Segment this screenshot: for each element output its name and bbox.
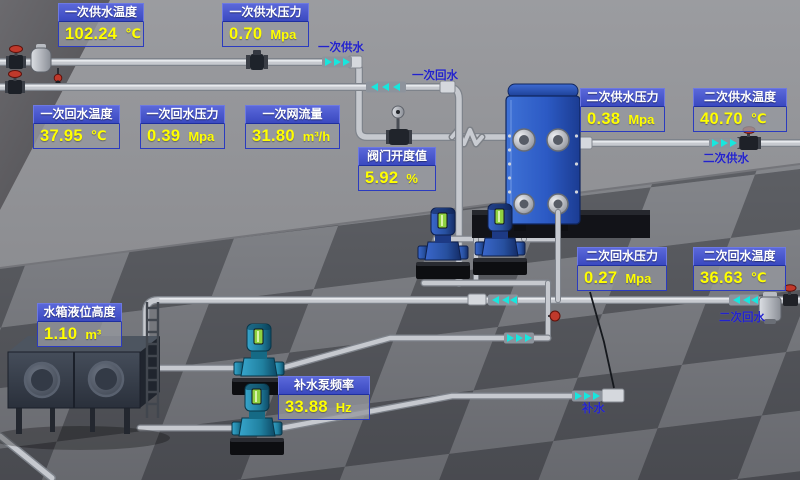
pipe-label-secondary-return: 二次回水 [719,309,765,325]
primary-return-valve-left[interactable] [5,71,25,95]
gauge-value: 0.27 [584,269,617,288]
gauge-value-box[interactable]: 1.10 m³ [37,322,122,347]
gauge-value-box[interactable]: 0.39 Mpa [140,124,225,149]
gauge-secondary-return-pressure: 二次回水压力 0.27 Mpa [577,247,667,291]
pipe-coupling [468,294,486,305]
plate-heat-exchanger[interactable] [506,84,580,231]
gauge-value-box[interactable]: 33.88 Hz [278,395,370,420]
pipe-label-primary-return: 一次回水 [412,67,458,83]
gauge-value: 102.24 [65,25,117,44]
gauge-primary-supply-pressure: 一次供水压力 0.70 Mpa [222,3,309,47]
flow-arrow-secondary-return-mid [488,295,518,306]
gauge-value: 33.88 [285,398,328,417]
gauge-value-box[interactable]: 0.38 Mpa [580,107,665,132]
gauge-unit: ℃ [91,128,107,144]
pipe-label-makeup-water: 补水 [582,400,605,416]
gauge-title: 阀门开度值 [358,147,436,166]
gauge-unit: ℃ [125,26,141,42]
gauge-secondary-return-temp: 二次回水温度 36.63 ℃ [693,247,786,291]
gauge-makeup-pump-frequency: 补水泵频率 33.88 Hz [278,376,370,420]
gauge-primary-supply-temp: 一次供水温度 102.24 ℃ [58,3,144,47]
gauge-unit: Mpa [628,112,654,127]
gauge-title: 补水泵频率 [278,376,370,395]
gauge-unit: ℃ [751,270,767,286]
gauge-value: 31.80 [252,127,295,146]
primary-supply-valve-left[interactable] [6,46,26,70]
flow-arrow-primary-return [366,82,406,93]
gauge-tank-level: 水箱液位高度 1.10 m³ [37,303,122,347]
gauge-unit: % [406,171,418,186]
flow-arrow-makeup-upper [504,333,534,344]
flow-arrow-primary-supply [322,57,352,68]
gauge-title: 一次供水压力 [222,3,309,22]
hmi-screen: 一次供水温度 102.24 ℃ 一次供水压力 0.70 Mpa 一次回水温度 3… [0,0,800,480]
pipe-label-primary-supply: 一次供水 [318,39,364,55]
gauge-value-box[interactable]: 31.80 m³/h [245,124,340,149]
gauge-value: 37.95 [40,127,83,146]
gauge-title: 二次回水温度 [693,247,786,266]
gauge-unit: Hz [336,400,352,415]
gauge-secondary-supply-temp: 二次供水温度 40.70 ℃ [693,88,787,132]
gauge-value-box[interactable]: 0.27 Mpa [577,266,667,291]
gauge-unit: Mpa [625,271,651,286]
gauge-primary-return-temp: 一次回水温度 37.95 ℃ [33,105,120,149]
gauge-title: 一次供水温度 [58,3,144,22]
gauge-primary-flow: 一次网流量 31.80 m³/h [245,105,340,149]
gauge-value-box[interactable]: 36.63 ℃ [693,266,786,291]
gauge-primary-return-pressure: 一次回水压力 0.39 Mpa [140,105,225,149]
gauge-unit: m³ [85,327,101,342]
gauge-value-box[interactable]: 0.70 Mpa [222,22,309,47]
gauge-value: 5.92 [365,169,398,188]
gauge-title: 二次回水压力 [577,247,667,266]
gauge-value: 0.38 [587,110,620,129]
flow-arrow-secondary-return-right [729,295,759,306]
gauge-unit: Mpa [270,27,296,42]
gauge-value: 0.70 [229,25,262,44]
pipe-label-secondary-supply: 二次供水 [703,150,749,166]
gauge-title: 二次供水温度 [693,88,787,107]
gauge-value-box[interactable]: 40.70 ℃ [693,107,787,132]
plant-scene [0,0,800,480]
gauge-title: 一次回水温度 [33,105,120,124]
gauge-valve-opening: 阀门开度值 5.92 % [358,147,436,191]
gauge-secondary-supply-pressure: 二次供水压力 0.38 Mpa [580,88,665,132]
gauge-value: 36.63 [700,269,743,288]
gauge-title: 一次网流量 [245,105,340,124]
gauge-value: 40.70 [700,110,743,129]
gauge-value: 1.10 [44,325,77,344]
gauge-value-box[interactable]: 5.92 % [358,166,436,191]
gauge-unit: ℃ [751,111,767,127]
gauge-value-box[interactable]: 102.24 ℃ [58,22,144,47]
gauge-unit: Mpa [188,129,214,144]
flow-arrow-secondary-supply [709,138,739,149]
gauge-unit: m³/h [303,129,330,144]
gauge-title: 水箱液位高度 [37,303,122,322]
gauge-value: 0.39 [147,127,180,146]
gauge-title: 一次回水压力 [140,105,225,124]
makeup-coupling [602,389,624,402]
gauge-value-box[interactable]: 37.95 ℃ [33,124,120,149]
gauge-title: 二次供水压力 [580,88,665,107]
secondary-supply-pipe [576,142,800,143]
